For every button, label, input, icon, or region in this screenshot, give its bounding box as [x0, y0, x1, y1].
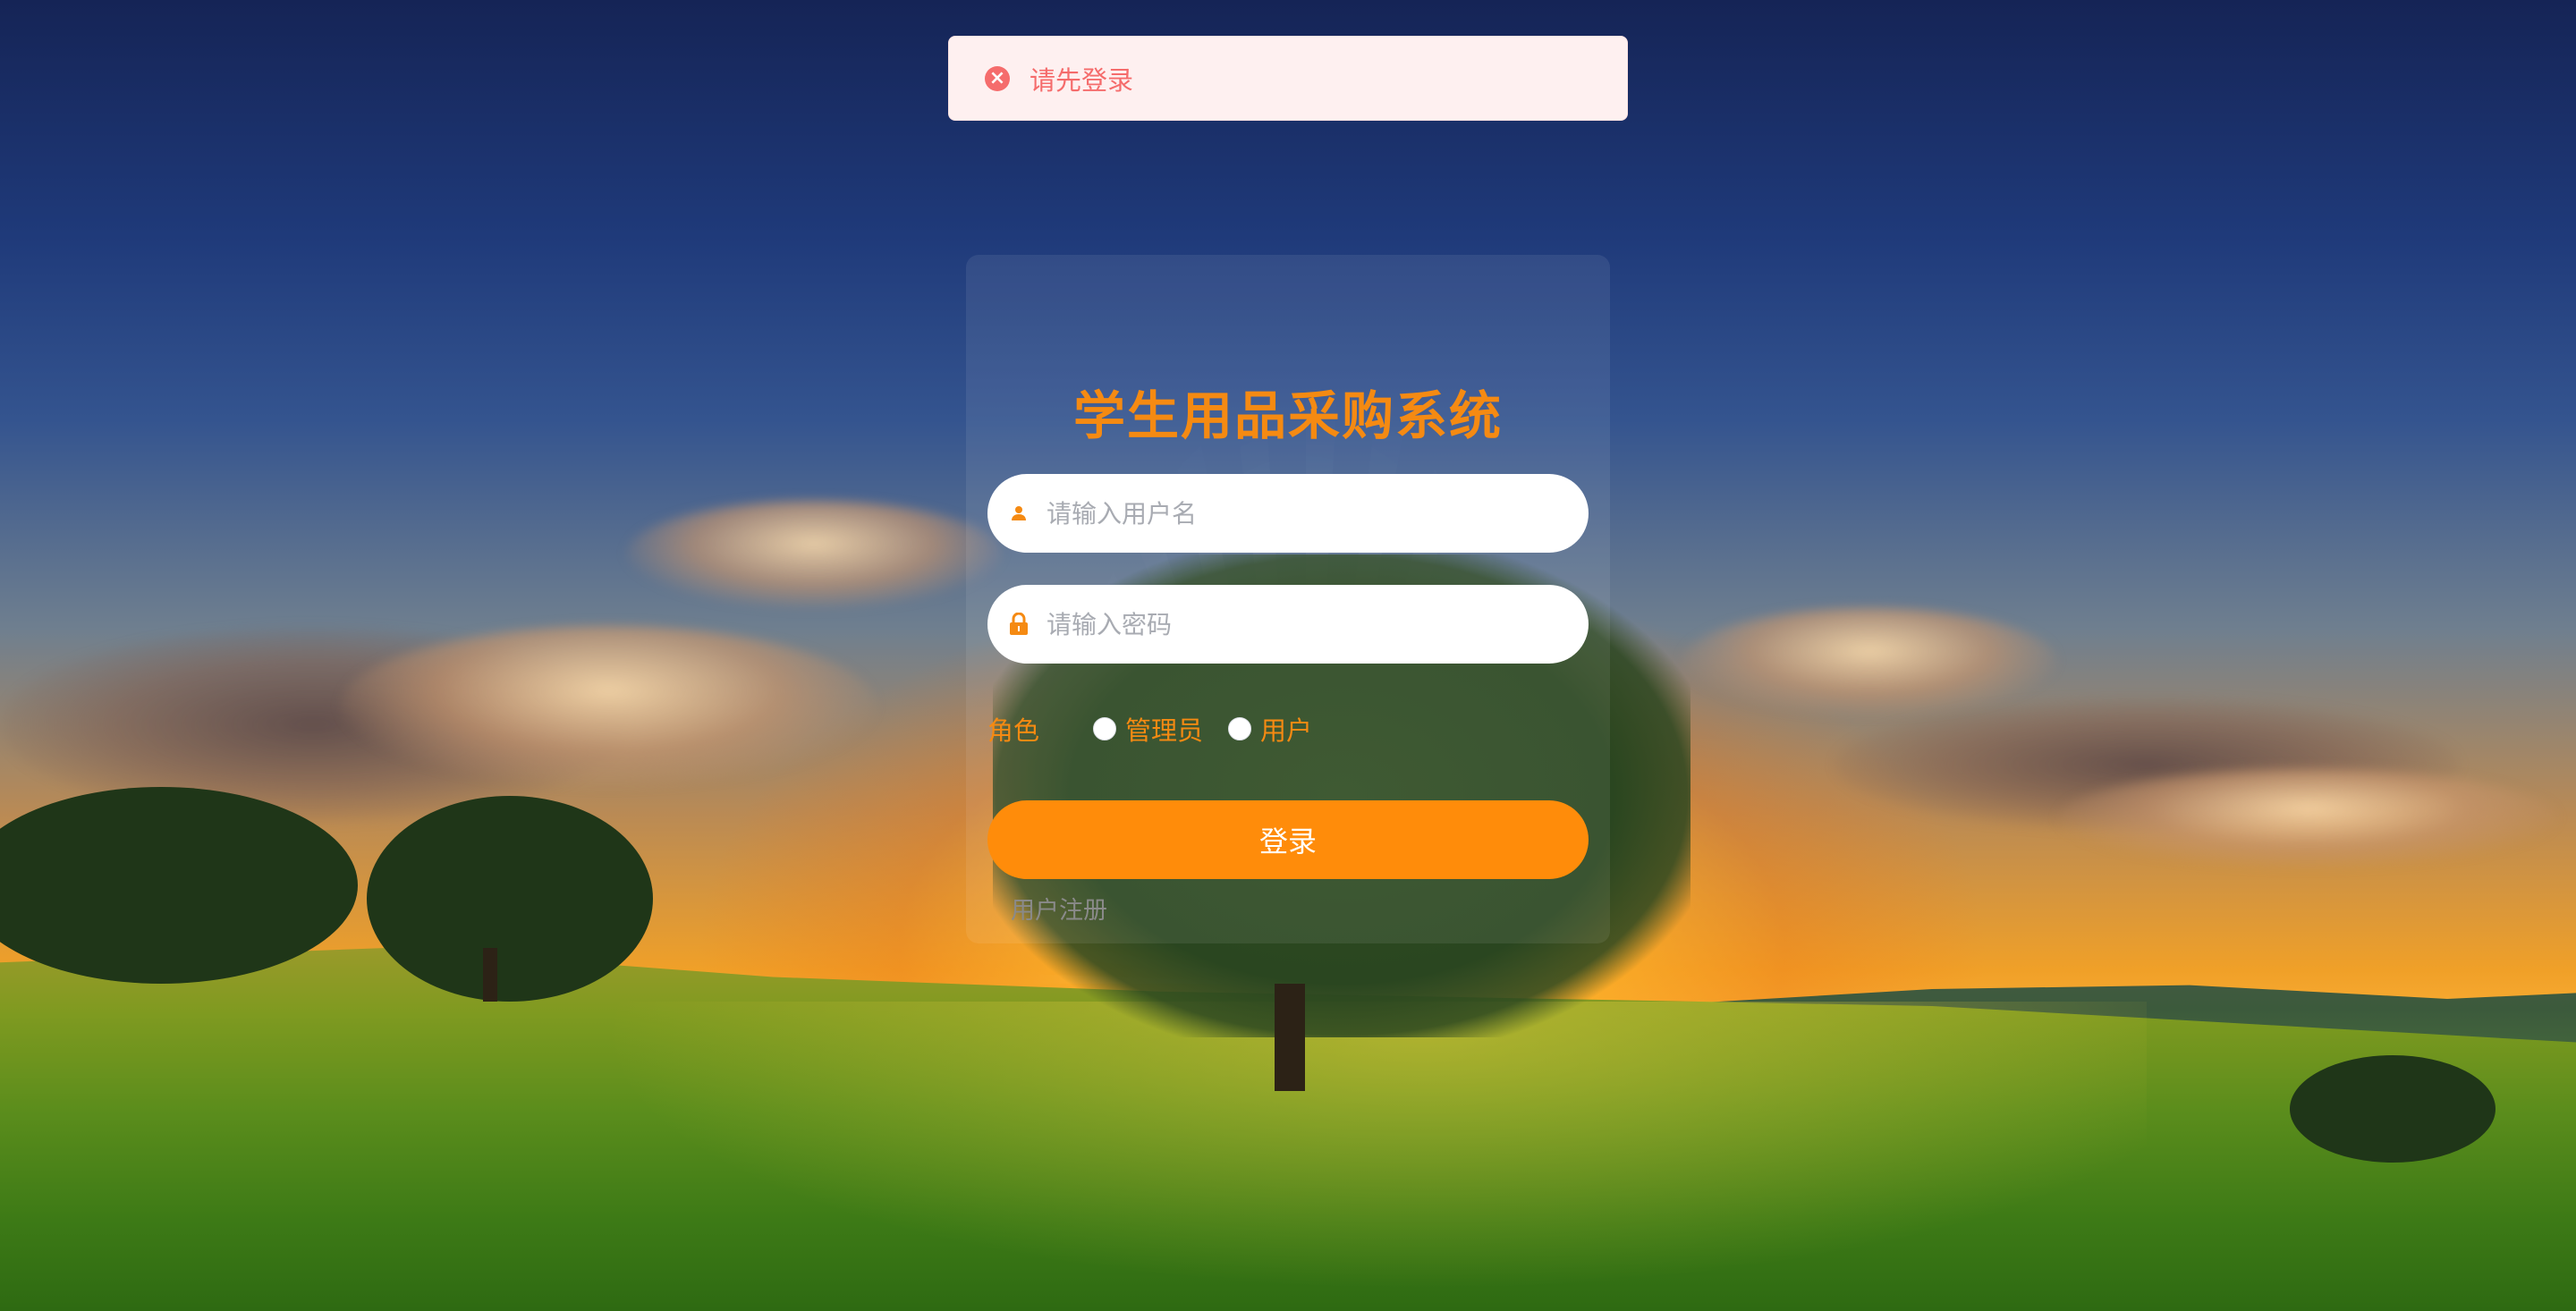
role-option-label: 用户 — [1260, 715, 1313, 746]
role-label: 角色 — [987, 715, 1040, 746]
password-field[interactable] — [987, 584, 1589, 664]
radio-circle[interactable] — [1228, 717, 1252, 740]
password-input[interactable] — [1045, 584, 1589, 664]
error-circle-icon: × — [985, 65, 1010, 91]
cloud — [2057, 769, 2558, 867]
username-input[interactable] — [1045, 473, 1589, 554]
main-tree-trunk — [1275, 984, 1305, 1091]
role-radio-user[interactable]: 用户 — [1228, 710, 1312, 748]
lock-icon — [1005, 611, 1032, 638]
user-icon — [1005, 500, 1032, 527]
role-selector: 角色 管理员 用户 — [987, 706, 1312, 751]
tree-trunk — [483, 948, 497, 1002]
tree — [2290, 1055, 2496, 1163]
radio-circle[interactable] — [1093, 717, 1117, 740]
cloud — [340, 626, 877, 787]
toast-message: 请先登录 — [1030, 64, 1134, 96]
role-option-label: 管理员 — [1125, 715, 1204, 746]
tree — [367, 796, 653, 1002]
username-field[interactable] — [987, 473, 1589, 554]
cloud — [1682, 608, 2057, 715]
error-toast: × 请先登录 — [948, 36, 1628, 121]
role-radio-admin[interactable]: 管理员 — [1093, 710, 1203, 748]
page-title: 学生用品采购系统 — [1072, 385, 1503, 446]
meadow-light — [537, 1002, 2147, 1311]
login-button[interactable]: 登录 — [987, 800, 1589, 879]
register-link[interactable]: 用户注册 — [1011, 891, 1107, 926]
cloud — [626, 501, 1002, 608]
